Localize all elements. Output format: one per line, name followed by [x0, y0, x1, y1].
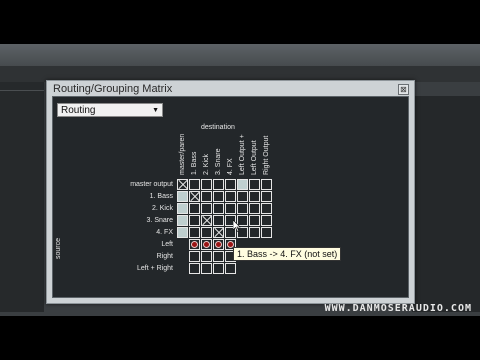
- matrix-cell[interactable]: [261, 179, 272, 190]
- dropdown-value: Routing: [61, 105, 96, 116]
- matrix-cell[interactable]: [189, 227, 200, 238]
- matrix-cell[interactable]: [213, 215, 224, 226]
- matrix-cell[interactable]: [249, 191, 260, 202]
- matrix-cell[interactable]: [261, 191, 272, 202]
- matrix-cell[interactable]: [261, 227, 272, 238]
- close-icon[interactable]: ⊠: [398, 84, 409, 95]
- matrix-cell[interactable]: [213, 227, 224, 238]
- matrix-cell[interactable]: [189, 263, 200, 274]
- matrix-cell[interactable]: [213, 251, 224, 262]
- matrix-cell[interactable]: [201, 203, 212, 214]
- window-title: Routing/Grouping Matrix: [53, 83, 173, 95]
- matrix-cell[interactable]: [201, 263, 212, 274]
- mode-dropdown[interactable]: Routing ▼: [57, 103, 163, 117]
- tooltip: 1. Bass -> 4. FX (not set): [233, 247, 342, 261]
- row-label: Left + Right: [137, 265, 173, 272]
- column-label: 2. Kick: [203, 153, 210, 175]
- matrix-cell[interactable]: [213, 263, 224, 274]
- matrix-cell[interactable]: [201, 215, 212, 226]
- matrix-cell[interactable]: [189, 251, 200, 262]
- matrix-cell[interactable]: [249, 227, 260, 238]
- row-label: Left: [161, 241, 173, 248]
- row-label: Right: [156, 253, 173, 260]
- row-label: 1. Bass: [149, 193, 173, 200]
- matrix-cell[interactable]: [189, 179, 200, 190]
- matrix-cell[interactable]: [237, 191, 248, 202]
- matrix-cell[interactable]: [213, 191, 224, 202]
- column-label: Right Output: [263, 135, 270, 175]
- matrix-cell[interactable]: [249, 179, 260, 190]
- matrix-cell[interactable]: [189, 239, 200, 250]
- row-label: master output: [130, 181, 173, 188]
- matrix-cell[interactable]: [249, 215, 260, 226]
- matrix-cell[interactable]: [213, 203, 224, 214]
- matrix-cell[interactable]: [237, 179, 248, 190]
- matrix-cell[interactable]: [261, 203, 272, 214]
- matrix-cell[interactable]: [189, 191, 200, 202]
- matrix-cell[interactable]: [237, 203, 248, 214]
- letterbox-top: [0, 0, 480, 44]
- source-label: source: [55, 237, 62, 259]
- daw-side-panel: [412, 96, 480, 312]
- row-label: 2. Kick: [151, 205, 173, 212]
- matrix-cell[interactable]: [213, 179, 224, 190]
- matrix-cell[interactable]: [225, 203, 236, 214]
- column-label: Left Output +: [239, 134, 246, 175]
- column-label: master/paren: [179, 133, 186, 175]
- matrix-cell[interactable]: [225, 263, 236, 274]
- matrix-cell[interactable]: [261, 215, 272, 226]
- routing-matrix-window: Routing/Grouping Matrix ⊠ Routing ▼ dest…: [46, 80, 415, 304]
- matrix-cell[interactable]: [201, 227, 212, 238]
- matrix-cell[interactable]: [189, 215, 200, 226]
- column-label: Left Output: [251, 140, 258, 175]
- chevron-down-icon: ▼: [152, 107, 159, 114]
- matrix-cell[interactable]: [201, 251, 212, 262]
- matrix-cell[interactable]: [177, 179, 188, 190]
- daw-toolbar: [0, 44, 480, 67]
- matrix-cell[interactable]: [177, 203, 188, 214]
- daw-track-panel: [0, 82, 44, 312]
- column-label: 4. FX: [227, 158, 234, 175]
- matrix-cell[interactable]: [201, 179, 212, 190]
- destination-label: destination: [201, 124, 235, 131]
- watermark-url: WWW.DANMOSERAUDIO.COM: [324, 303, 472, 314]
- matrix-cell[interactable]: [189, 203, 200, 214]
- divider: [0, 90, 44, 91]
- matrix-cell[interactable]: [201, 191, 212, 202]
- matrix-cell[interactable]: [201, 239, 212, 250]
- column-label: 1. Bass: [191, 151, 198, 175]
- matrix-cell[interactable]: [213, 239, 224, 250]
- matrix-cell[interactable]: [225, 179, 236, 190]
- matrix-cell[interactable]: [177, 191, 188, 202]
- row-label: 3. Snare: [146, 217, 173, 224]
- letterbox-bottom: [0, 316, 480, 360]
- matrix-cell[interactable]: [177, 215, 188, 226]
- column-label: 3. Snare: [215, 148, 222, 175]
- matrix-cell[interactable]: [177, 227, 188, 238]
- matrix-cell[interactable]: [249, 203, 260, 214]
- matrix-panel: Routing ▼ destination source master outp…: [52, 96, 409, 298]
- matrix-cell[interactable]: [225, 191, 236, 202]
- row-label: 4. FX: [156, 229, 173, 236]
